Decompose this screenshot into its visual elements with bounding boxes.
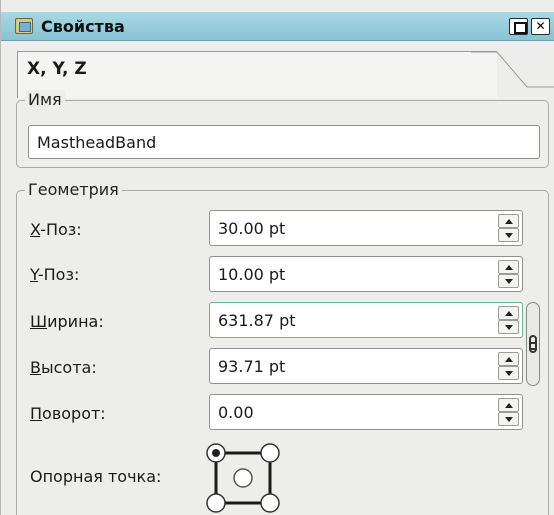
x-pos-label: X-Поз: [30,220,82,239]
width-decrement-icon[interactable] [498,320,519,334]
width-increment-icon[interactable] [498,306,519,320]
rotation-value[interactable]: 0.00 [218,403,254,422]
tab-xyz-label[interactable]: X, Y, Z [27,59,87,79]
rotation-label: Поворот: [30,404,106,423]
name-group-legend: Имя [25,90,65,109]
properties-app-icon [15,18,33,34]
width-spinbox[interactable]: 631.87 pt [209,302,523,338]
x-pos-spinbox[interactable]: 30.00 pt [209,210,523,246]
y-pos-increment-icon[interactable] [498,260,519,274]
rotation-decrement-icon[interactable] [498,412,519,426]
window-title: Свойства [41,17,125,36]
width-label: Ширина: [30,312,104,331]
x-pos-decrement-icon[interactable] [498,228,519,242]
close-button[interactable]: ✕ [531,18,550,35]
y-pos-value[interactable]: 10.00 pt [218,265,285,284]
rotation-spinbox[interactable]: 0.00 [209,394,523,430]
anchor-point-selector[interactable] [206,443,280,513]
tab-xyz[interactable] [17,51,497,98]
rotation-increment-icon[interactable] [498,398,519,412]
y-pos-label: Y-Поз: [30,265,80,284]
anchor-selected-dot-icon [212,449,220,457]
x-pos-increment-icon[interactable] [498,214,519,228]
name-input[interactable] [28,125,540,159]
height-increment-icon[interactable] [498,352,519,366]
y-pos-decrement-icon[interactable] [498,274,519,288]
anchor-center[interactable] [233,468,253,488]
maximize-button[interactable] [509,18,528,35]
close-icon: ✕ [535,19,546,33]
x-pos-value[interactable]: 30.00 pt [218,219,285,238]
width-value[interactable]: 631.87 pt [218,311,296,330]
anchor-point-label: Опорная точка: [30,467,162,486]
properties-window: Свойства ✕ X, Y, Z Имя Геометрия X-Поз: … [0,0,554,515]
height-spinbox[interactable]: 93.71 pt [209,348,523,384]
anchor-bottom-right[interactable] [260,493,280,513]
tab-edge [471,51,554,88]
height-decrement-icon[interactable] [498,366,519,380]
title-bar[interactable]: Свойства ✕ [1,12,554,41]
anchor-bottom-left[interactable] [206,493,226,513]
tab-bar: X, Y, Z [1,41,554,98]
geometry-group-legend: Геометрия [25,180,122,199]
height-label: Высота: [30,358,97,377]
aspect-ratio-chain-toggle[interactable] [526,302,540,386]
anchor-top-right[interactable] [260,443,280,463]
chain-link-icon [529,335,537,353]
height-value[interactable]: 93.71 pt [218,357,285,376]
y-pos-spinbox[interactable]: 10.00 pt [209,256,523,292]
